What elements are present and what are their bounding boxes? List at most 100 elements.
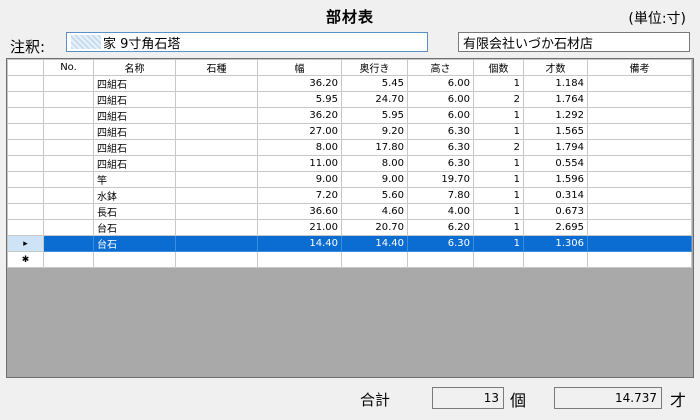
cell-qty[interactable]: 1 [473,107,524,124]
cell-stone[interactable] [175,203,258,220]
cell-depth[interactable]: 5.60 [341,187,408,204]
table-row[interactable]: ▸ 台石 14.40 14.40 6.30 1 1.306 [7,235,692,252]
table-row[interactable]: 四組石 36.20 5.45 6.00 1 1.184 [7,75,692,92]
cell-depth[interactable]: 5.45 [341,75,408,92]
cell-note[interactable] [587,203,692,220]
table-row[interactable]: 竿 9.00 9.00 19.70 1 1.596 [7,171,692,188]
cell-sai[interactable]: 1.292 [523,107,588,124]
cell-name[interactable]: 水鉢 [93,187,176,204]
cell-sai[interactable]: 0.314 [523,187,588,204]
table-row[interactable]: 四組石 5.95 24.70 6.00 2 1.764 [7,91,692,108]
new-row-marker[interactable]: ✱ [7,251,44,268]
cell-height[interactable]: 19.70 [407,171,474,188]
cell-sai[interactable]: 1.565 [523,123,588,140]
cell-sai[interactable]: 2.695 [523,219,588,236]
cell-qty[interactable]: 1 [473,123,524,140]
col-header-width[interactable]: 幅 [257,59,342,76]
cell-width[interactable]: 5.95 [257,91,342,108]
cell-width[interactable]: 9.00 [257,171,342,188]
cell-sai[interactable]: 1.764 [523,91,588,108]
cell-height[interactable]: 6.30 [407,123,474,140]
col-header-no[interactable]: No. [43,59,94,76]
cell-width[interactable]: 14.40 [257,235,342,252]
col-header-depth[interactable]: 奥行き [341,59,408,76]
table-row[interactable]: 台石 21.00 20.70 6.20 1 2.695 [7,219,692,236]
new-row-cell[interactable] [407,251,474,268]
new-row-cell[interactable] [587,251,692,268]
table-row[interactable]: 水鉢 7.20 5.60 7.80 1 0.314 [7,187,692,204]
cell-stone[interactable] [175,171,258,188]
cell-qty[interactable]: 1 [473,155,524,172]
cell-sai[interactable]: 1.794 [523,139,588,156]
cell-name[interactable]: 台石 [93,219,176,236]
table-row[interactable]: 四組石 8.00 17.80 6.30 2 1.794 [7,139,692,156]
cell-stone[interactable] [175,75,258,92]
cell-qty[interactable]: 2 [473,139,524,156]
cell-width[interactable]: 7.20 [257,187,342,204]
new-row-cell[interactable] [473,251,524,268]
cell-depth[interactable]: 20.70 [341,219,408,236]
cell-qty[interactable]: 1 [473,75,524,92]
cell-stone[interactable] [175,187,258,204]
col-header-height[interactable]: 高さ [407,59,474,76]
cell-height[interactable]: 6.30 [407,139,474,156]
table-row[interactable]: 四組石 11.00 8.00 6.30 1 0.554 [7,155,692,172]
cell-no[interactable] [43,91,94,108]
cell-height[interactable]: 7.80 [407,187,474,204]
cell-height[interactable]: 6.20 [407,219,474,236]
cell-depth[interactable]: 24.70 [341,91,408,108]
cell-width[interactable]: 27.00 [257,123,342,140]
cell-no[interactable] [43,107,94,124]
cell-height[interactable]: 6.30 [407,155,474,172]
cell-height[interactable]: 6.00 [407,107,474,124]
cell-sai[interactable]: 0.673 [523,203,588,220]
cell-stone[interactable] [175,107,258,124]
cell-name[interactable]: 四組石 [93,155,176,172]
cell-name[interactable]: 竿 [93,171,176,188]
cell-no[interactable] [43,155,94,172]
cell-height[interactable]: 6.30 [407,235,474,252]
cell-note[interactable] [587,91,692,108]
new-row-cell[interactable] [257,251,342,268]
cell-depth[interactable]: 8.00 [341,155,408,172]
col-header-name[interactable]: 名称 [93,59,176,76]
table-row[interactable]: 四組石 36.20 5.95 6.00 1 1.292 [7,107,692,124]
row-header[interactable] [7,75,44,92]
row-header[interactable] [7,203,44,220]
row-header[interactable] [7,155,44,172]
row-header[interactable] [7,139,44,156]
cell-depth[interactable]: 4.60 [341,203,408,220]
cell-qty[interactable]: 1 [473,171,524,188]
cell-stone[interactable] [175,91,258,108]
col-header-stone[interactable]: 石種 [175,59,258,76]
cell-name[interactable]: 台石 [93,235,176,252]
new-row-cell[interactable] [175,251,258,268]
cell-height[interactable]: 6.00 [407,91,474,108]
company-field[interactable]: 有限会社いづか石材店 [458,32,690,52]
row-header[interactable] [7,219,44,236]
row-header[interactable]: ▸ [7,235,44,252]
cell-note[interactable] [587,139,692,156]
cell-depth[interactable]: 9.20 [341,123,408,140]
cell-sai[interactable]: 1.306 [523,235,588,252]
cell-stone[interactable] [175,235,258,252]
cell-name[interactable]: 四組石 [93,139,176,156]
cell-height[interactable]: 4.00 [407,203,474,220]
table-row[interactable]: 四組石 27.00 9.20 6.30 1 1.565 [7,123,692,140]
cell-no[interactable] [43,203,94,220]
row-header[interactable] [7,91,44,108]
cell-no[interactable] [43,123,94,140]
new-row-cell[interactable] [341,251,408,268]
cell-no[interactable] [43,139,94,156]
cell-qty[interactable]: 1 [473,235,524,252]
cell-depth[interactable]: 17.80 [341,139,408,156]
cell-stone[interactable] [175,155,258,172]
cell-depth[interactable]: 5.95 [341,107,408,124]
cell-height[interactable]: 6.00 [407,75,474,92]
cell-width[interactable]: 21.00 [257,219,342,236]
cell-no[interactable] [43,235,94,252]
cell-width[interactable]: 8.00 [257,139,342,156]
new-row[interactable]: ✱ [7,251,692,268]
cell-name[interactable]: 四組石 [93,75,176,92]
cell-qty[interactable]: 1 [473,187,524,204]
